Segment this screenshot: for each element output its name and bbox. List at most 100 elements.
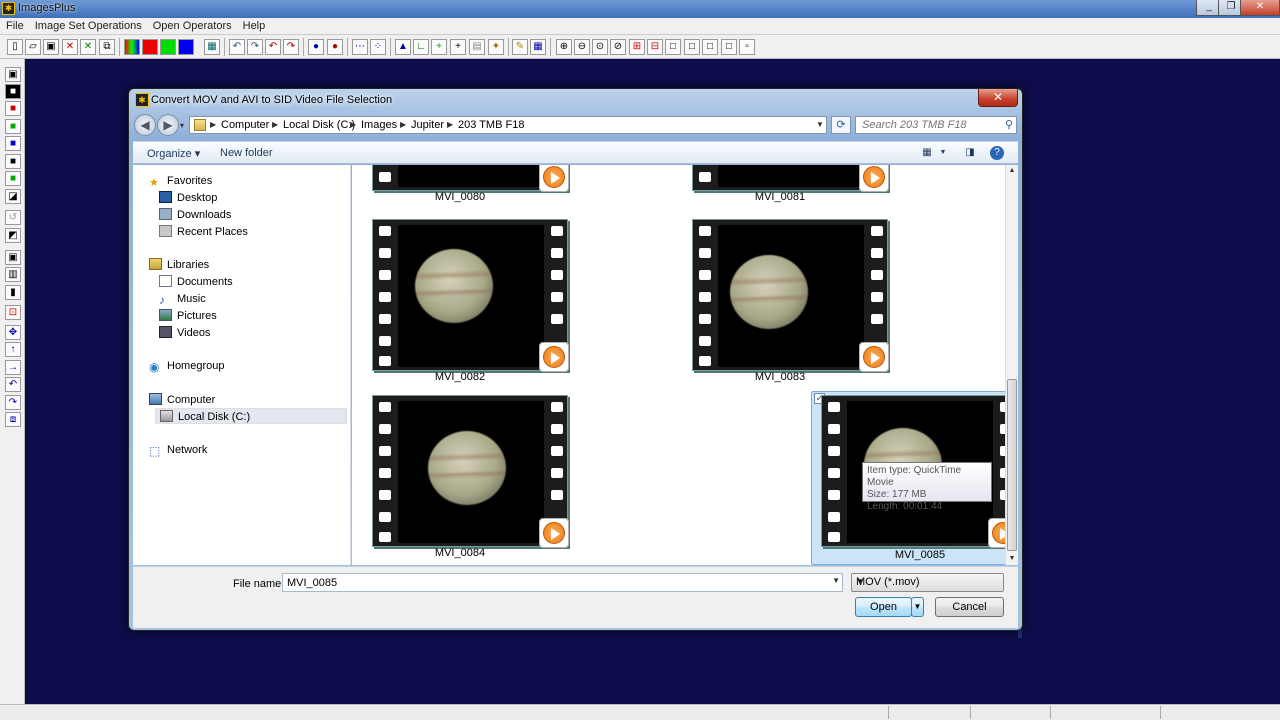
record-icon[interactable]: ● [308, 39, 324, 55]
search-box[interactable]: ⚲ [855, 116, 1017, 134]
blue-layer-icon[interactable]: ■ [5, 136, 21, 151]
menu-open-operators[interactable]: Open Operators [147, 18, 237, 32]
vertical-scrollbar[interactable]: ▲ ▼ [1005, 165, 1018, 565]
add-icon[interactable]: + [431, 39, 447, 55]
nav-pictures[interactable]: Pictures [159, 308, 217, 324]
file-item-mvi-0080[interactable]: MVI_0080 [352, 165, 569, 209]
breadcrumb-images[interactable]: Images [361, 119, 397, 131]
chevron-right-icon[interactable]: ▶ [272, 120, 278, 129]
nav-music[interactable]: ♪ Music [159, 291, 206, 307]
close-image-icon[interactable]: ✕ [62, 39, 78, 55]
breadcrumb-jupiter[interactable]: Jupiter [411, 119, 444, 131]
grid-icon[interactable]: ▦ [204, 39, 220, 55]
frame-5-icon[interactable]: ▫ [739, 39, 755, 55]
blue-channel-icon[interactable] [178, 39, 194, 55]
nav-local-disk[interactable]: Local Disk (C:) [155, 408, 347, 424]
scroll-down-icon[interactable]: ▼ [1006, 553, 1018, 565]
nav-computer[interactable]: Computer [149, 392, 215, 408]
view-dropdown-icon[interactable]: ▼ [935, 146, 951, 160]
recent-locations-dropdown[interactable]: ▾ [180, 121, 184, 130]
select-icon[interactable]: ▣ [5, 250, 21, 265]
save-icon[interactable]: ▣ [5, 67, 21, 82]
points-icon[interactable]: ⁘ [370, 39, 386, 55]
redo-icon[interactable]: ↷ [247, 39, 263, 55]
new-folder-button[interactable]: New folder [220, 147, 273, 159]
zoom-in-icon[interactable]: ⊕ [556, 39, 572, 55]
zoom-plus-icon[interactable]: ⊞ [629, 39, 645, 55]
nav-videos[interactable]: Videos [159, 325, 210, 341]
file-item-mvi-0084[interactable]: MVI_0084 [352, 393, 569, 565]
menu-file[interactable]: File [0, 18, 29, 32]
nav-libraries[interactable]: Libraries [149, 257, 209, 273]
copy-icon[interactable]: ⧉ [99, 39, 115, 55]
dialog-titlebar[interactable]: ✱ Convert MOV and AVI to SID Video File … [129, 89, 1022, 111]
nav-downloads[interactable]: Downloads [159, 207, 231, 223]
curve-icon[interactable]: ∟ [413, 39, 429, 55]
chevron-right-icon[interactable]: ▶ [210, 120, 216, 129]
undo-all-icon[interactable]: ↶ [265, 39, 281, 55]
layer-icon[interactable]: ■ [5, 171, 21, 186]
chevron-down-icon[interactable]: ▼ [816, 120, 824, 129]
histogram-icon[interactable]: ▲ [395, 39, 411, 55]
crop-icon[interactable]: ⊡ [5, 305, 21, 320]
file-name-field[interactable]: ▼ [282, 573, 843, 592]
back-button[interactable]: ◀ [134, 114, 156, 136]
open-button[interactable]: Open [855, 597, 912, 617]
arrow-right-icon[interactable]: → [5, 360, 21, 375]
rotate-left-icon[interactable]: ↶ [5, 377, 21, 392]
redo-all-icon[interactable]: ↷ [283, 39, 299, 55]
file-item-mvi-0081[interactable]: MVI_0081 [672, 165, 889, 209]
chevron-right-icon[interactable]: ▶ [447, 120, 453, 129]
nav-recent-places[interactable]: Recent Places [159, 224, 248, 240]
chevron-right-icon[interactable]: ▶ [350, 120, 356, 129]
open-folder-icon[interactable]: ▱ [25, 39, 41, 55]
preview-pane-icon[interactable]: ◨ [962, 146, 978, 160]
nav-homegroup[interactable]: ◉ Homegroup [149, 358, 224, 374]
pencil-icon[interactable]: ✎ [512, 39, 528, 55]
breadcrumb-local-disk[interactable]: Local Disk (C:) [283, 119, 355, 131]
save-icon[interactable]: ▣ [43, 39, 59, 55]
black-icon[interactable]: ■ [5, 84, 21, 99]
table-icon[interactable]: ▤ [469, 39, 485, 55]
breadcrumb-computer[interactable]: Computer [221, 119, 269, 131]
chevron-right-icon[interactable]: ▶ [400, 120, 406, 129]
menu-help[interactable]: Help [237, 18, 271, 32]
nav-favorites[interactable]: ★ Favorites [149, 173, 212, 189]
cancel-button[interactable]: Cancel [935, 597, 1004, 617]
frame-1-icon[interactable]: □ [665, 39, 681, 55]
close-all-icon[interactable]: ✕ [80, 39, 96, 55]
scrollbar-thumb[interactable] [1007, 379, 1017, 551]
file-type-select[interactable]: MOV (*.mov) ▼ [851, 573, 1004, 592]
file-item-mvi-0083[interactable]: MVI_0083 [672, 217, 889, 389]
nav-documents[interactable]: Documents [159, 274, 233, 290]
zoom-out-icon[interactable]: ⊖ [574, 39, 590, 55]
frame-4-icon[interactable]: □ [721, 39, 737, 55]
menu-image-set-operations[interactable]: Image Set Operations [29, 18, 147, 32]
crosshair-icon[interactable]: + [450, 39, 466, 55]
dots-icon[interactable]: ⋯ [352, 39, 368, 55]
chevron-down-icon[interactable]: ▼ [832, 576, 840, 585]
arrow-up-icon[interactable]: ↑ [5, 342, 21, 357]
move-icon[interactable]: ✥ [5, 325, 21, 340]
file-name-input[interactable] [283, 574, 823, 591]
open-dropdown-button[interactable]: ▼ [911, 597, 924, 617]
breadcrumb-203-tmb-f18[interactable]: 203 TMB F18 [458, 119, 524, 131]
change-view-icon[interactable]: ▦ [919, 146, 935, 160]
frame-3-icon[interactable]: □ [702, 39, 718, 55]
nav-desktop[interactable]: Desktop [159, 190, 217, 206]
forward-button[interactable]: ▶ [157, 114, 179, 136]
star-icon[interactable]: ✦ [488, 39, 504, 55]
zoom-fit-icon[interactable]: ⊙ [592, 39, 608, 55]
new-icon[interactable]: ▯ [7, 39, 23, 55]
search-input[interactable] [856, 117, 996, 133]
red-channel-icon[interactable] [142, 39, 158, 55]
rgb-icon[interactable] [124, 39, 140, 55]
flip-icon[interactable]: ⧈ [5, 412, 21, 427]
nav-network[interactable]: ⬚ Network [149, 442, 207, 458]
stop-icon[interactable]: ● [327, 39, 343, 55]
green-channel-icon[interactable] [160, 39, 176, 55]
zoom-minus-icon[interactable]: ⊟ [647, 39, 663, 55]
help-icon[interactable]: ? [990, 146, 1004, 160]
rotate-icon[interactable]: ↺ [5, 210, 21, 225]
red-layer-icon[interactable]: ■ [5, 101, 21, 116]
